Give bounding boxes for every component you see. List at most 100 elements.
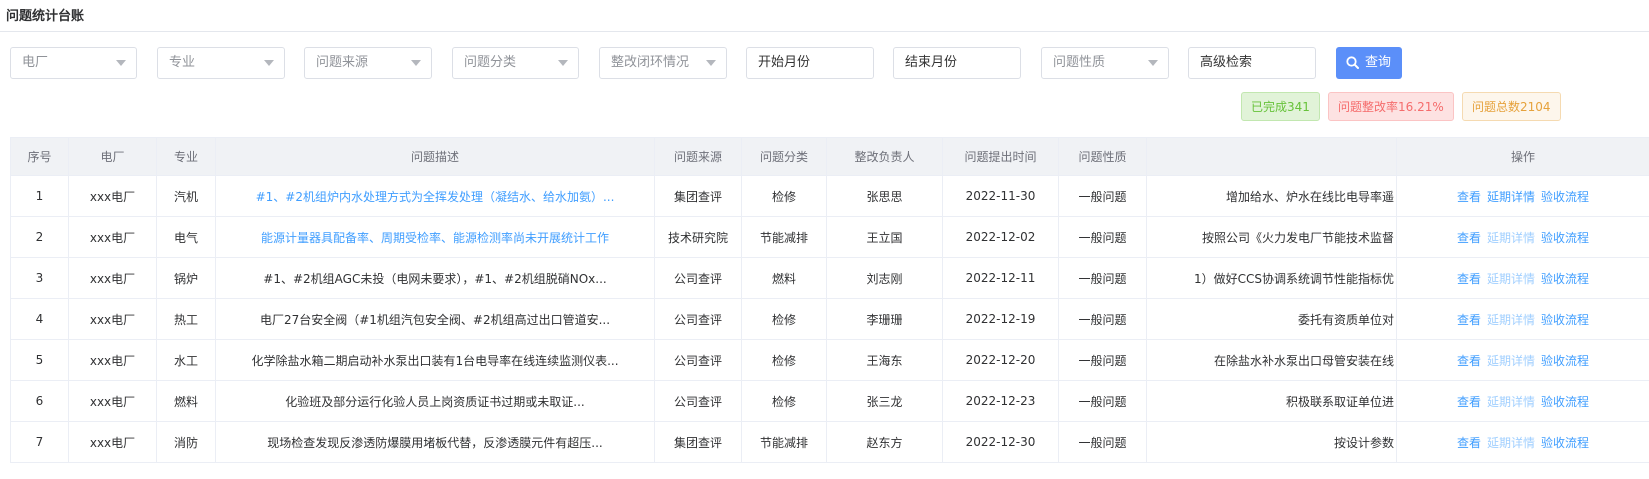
column-header-measure [1146,137,1397,176]
cell-source: 集团查评 [654,175,742,217]
title-divider [0,31,1649,32]
view-link[interactable]: 查看 [1457,395,1481,409]
view-link[interactable]: 查看 [1457,313,1481,327]
filter-bar: 电厂 专业 问题来源 问题分类 整改闭环情况 开始月份 结束月份 问题性质 高级… [0,47,1649,79]
cell-category: 燃料 [741,257,827,299]
source-select-placeholder: 问题来源 [316,55,369,70]
chevron-down-icon [411,60,421,66]
cell-major: 锅炉 [156,257,216,299]
cell-nature: 一般问题 [1058,175,1147,217]
nature-select-placeholder: 问题性质 [1053,55,1106,70]
cell-nature: 一般问题 [1058,339,1147,381]
acceptance-flow-link[interactable]: 验收流程 [1541,436,1589,450]
major-select[interactable]: 专业 [157,47,285,79]
column-header-date: 问题提出时间 [942,137,1059,176]
cell-nature: 一般问题 [1058,216,1147,258]
cell-date: 2022-11-30 [942,175,1059,217]
cell-source: 公司查评 [654,298,742,340]
cell-description: 现场检查发现反渗透防爆膜用堵板代替，反渗透膜元件有超压... [215,421,655,463]
cell-plant: xxx电厂 [68,257,157,299]
cell-owner: 王立国 [826,216,943,258]
issue-table: 序号 电厂 专业 问题描述 问题来源 问题分类 整改负责人 问题提出时间 问题性… [10,137,1649,463]
cell-owner: 张三龙 [826,380,943,422]
cell-plant: xxx电厂 [68,380,157,422]
cell-index: 3 [10,257,69,299]
acceptance-flow-link[interactable]: 验收流程 [1541,190,1589,204]
delay-detail-link[interactable]: 延期详情 [1487,313,1535,327]
cell-category: 节能减排 [741,421,827,463]
advanced-search-input[interactable]: 高级检索 [1188,47,1316,79]
closure-select-placeholder: 整改闭环情况 [611,55,690,70]
chevron-down-icon [264,60,274,66]
cell-nature: 一般问题 [1058,298,1147,340]
cell-date: 2022-12-20 [942,339,1059,381]
cell-measure: 1）做好CCS协调系统调节性能指标优 [1146,257,1397,299]
delay-detail-link[interactable]: 延期详情 [1487,190,1535,204]
cell-category: 检修 [741,175,827,217]
cell-major: 电气 [156,216,216,258]
cell-plant: xxx电厂 [68,421,157,463]
cell-source: 公司查评 [654,257,742,299]
delay-detail-link[interactable]: 延期详情 [1487,231,1535,245]
table-row: 6 xxx电厂 燃料 化验班及部分运行化验人员上岗资质证书过期或未取证... 公司查评检… [10,380,1649,422]
source-select[interactable]: 问题来源 [304,47,432,79]
delay-detail-link[interactable]: 延期详情 [1487,436,1535,450]
closure-select[interactable]: 整改闭环情况 [599,47,727,79]
view-link[interactable]: 查看 [1457,354,1481,368]
cell-actions: 查看 延期详情 验收流程 [1396,257,1649,299]
column-header-actions: 操作 [1396,137,1649,176]
rectification-rate-badge: 问题整改率16.21% [1328,92,1454,121]
cell-major: 水工 [156,339,216,381]
cell-date: 2022-12-11 [942,257,1059,299]
end-month-input[interactable]: 结束月份 [893,47,1021,79]
view-link[interactable]: 查看 [1457,272,1481,286]
view-link[interactable]: 查看 [1457,231,1481,245]
cell-category: 节能减排 [741,216,827,258]
column-header-category: 问题分类 [741,137,827,176]
query-button[interactable]: 查询 [1336,47,1402,79]
acceptance-flow-link[interactable]: 验收流程 [1541,313,1589,327]
acceptance-flow-link[interactable]: 验收流程 [1541,395,1589,409]
cell-actions: 查看 延期详情 验收流程 [1396,298,1649,340]
nature-select[interactable]: 问题性质 [1041,47,1169,79]
total-count-badge: 问题总数2104 [1462,92,1561,121]
cell-measure: 在除盐水补水泵出口母管安装在线 [1146,339,1397,381]
cell-category: 检修 [741,298,827,340]
cell-description[interactable]: #1、#2机组炉内水处理方式为全挥发处理（凝结水、给水加氨）... [215,175,655,217]
view-link[interactable]: 查看 [1457,436,1481,450]
page-title: 问题统计台账 [6,9,85,24]
start-month-input[interactable]: 开始月份 [746,47,874,79]
acceptance-flow-link[interactable]: 验收流程 [1541,272,1589,286]
cell-owner: 王海东 [826,339,943,381]
cell-measure: 委托有资质单位对 [1146,298,1397,340]
cell-measure: 增加给水、炉水在线比电导率遥 [1146,175,1397,217]
cell-index: 7 [10,421,69,463]
delay-detail-link[interactable]: 延期详情 [1487,272,1535,286]
acceptance-flow-link[interactable]: 验收流程 [1541,231,1589,245]
column-header-nature: 问题性质 [1058,137,1147,176]
category-select[interactable]: 问题分类 [452,47,579,79]
cell-measure: 积极联系取证单位进 [1146,380,1397,422]
table-row: 4 xxx电厂 热工 电厂27台安全阀（#1机组汽包安全阀、#2机组高过出口管道安..… [10,298,1649,340]
cell-owner: 李珊珊 [826,298,943,340]
cell-major: 燃料 [156,380,216,422]
plant-select[interactable]: 电厂 [10,47,137,79]
chevron-down-icon [116,60,126,66]
cell-plant: xxx电厂 [68,216,157,258]
cell-description[interactable]: 能源计量器具配备率、周期受检率、能源检测率尚未开展统计工作 [215,216,655,258]
table-header: 序号 电厂 专业 问题描述 问题来源 问题分类 整改负责人 问题提出时间 问题性… [10,137,1649,176]
cell-index: 1 [10,175,69,217]
completed-count-badge: 已完成341 [1241,92,1320,121]
cell-actions: 查看 延期详情 验收流程 [1396,216,1649,258]
cell-owner: 赵东方 [826,421,943,463]
cell-date: 2022-12-02 [942,216,1059,258]
column-header-description: 问题描述 [215,137,655,176]
acceptance-flow-link[interactable]: 验收流程 [1541,354,1589,368]
delay-detail-link[interactable]: 延期详情 [1487,354,1535,368]
table-row: 2 xxx电厂 电气 能源计量器具配备率、周期受检率、能源检测率尚未开展统计工作 技术研… [10,216,1649,258]
cell-index: 2 [10,216,69,258]
delay-detail-link[interactable]: 延期详情 [1487,395,1535,409]
cell-description: #1、#2机组AGC未投（电网未要求），#1、#2机组脱硝NOx... [215,257,655,299]
view-link[interactable]: 查看 [1457,190,1481,204]
cell-measure: 按照公司《火力发电厂节能技术监督 [1146,216,1397,258]
